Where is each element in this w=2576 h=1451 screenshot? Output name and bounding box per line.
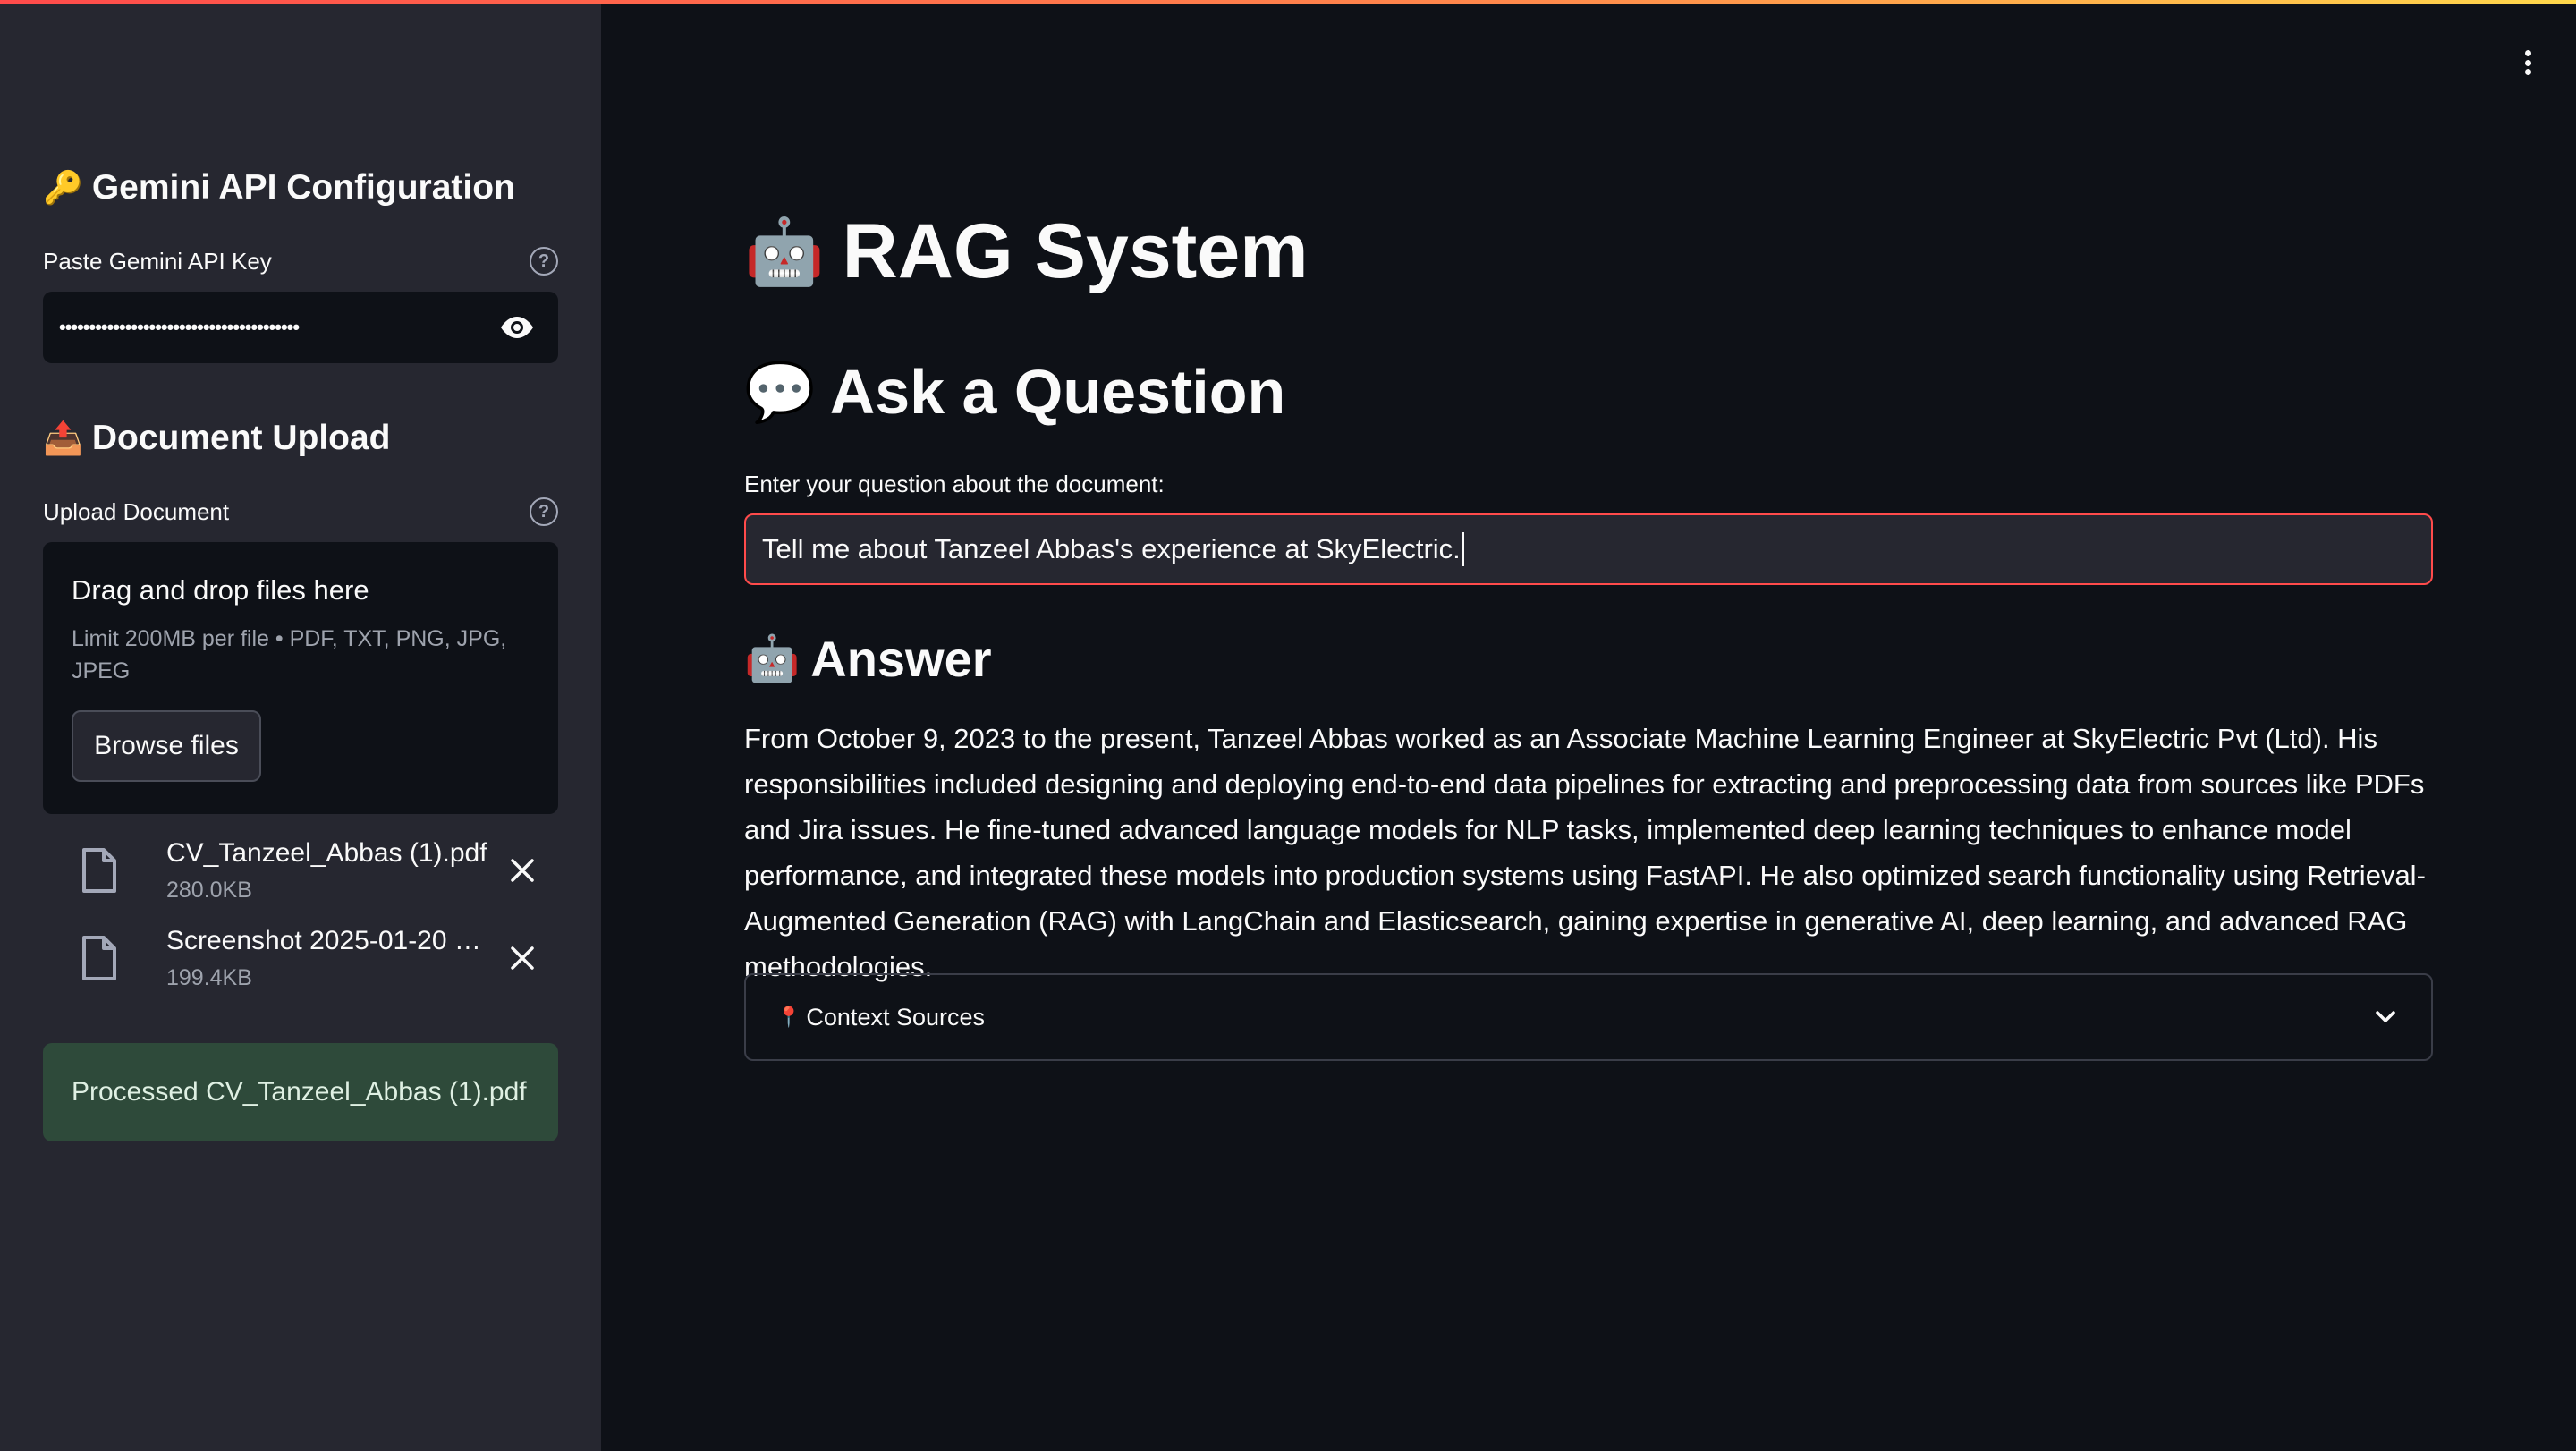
dropzone-title: Drag and drop files here xyxy=(72,574,369,606)
ask-heading: 💬 Ask a Question xyxy=(744,356,1285,428)
key-icon: 🔑 xyxy=(43,169,83,206)
outbox-tray-icon: 📤 xyxy=(43,420,83,456)
api-key-label: Paste Gemini API Key xyxy=(43,247,272,275)
uploaded-file-item: Screenshot 2025-01-20 a... 199.4KB xyxy=(43,918,558,998)
file-name: Screenshot 2025-01-20 a... xyxy=(166,925,488,955)
context-sources-label: 📍 Context Sources xyxy=(776,1004,985,1031)
file-dropzone[interactable]: Drag and drop files here Limit 200MB per… xyxy=(43,542,558,814)
upload-section-title: Document Upload xyxy=(91,419,391,457)
help-icon[interactable]: ? xyxy=(530,247,558,276)
uploaded-file-item: CV_Tanzeel_Abbas (1).pdf 280.0KB xyxy=(43,830,558,911)
close-icon[interactable] xyxy=(504,853,540,888)
answer-heading-text: Answer xyxy=(810,631,992,687)
robot-icon: 🤖 xyxy=(744,216,825,288)
close-icon[interactable] xyxy=(504,940,540,976)
file-size: 280.0KB xyxy=(166,877,252,903)
chevron-down-icon[interactable] xyxy=(2372,1004,2399,1031)
upload-label: Upload Document xyxy=(43,497,230,525)
eye-icon[interactable] xyxy=(497,308,537,347)
text-caret xyxy=(1462,532,1464,566)
context-sources-text: Context Sources xyxy=(806,1003,986,1031)
answer-text: From October 9, 2023 to the present, Tan… xyxy=(744,723,2426,982)
pin-icon: 📍 xyxy=(776,1006,801,1028)
api-section-title: Gemini API Configuration xyxy=(91,168,515,207)
success-alert: Processed CV_Tanzeel_Abbas (1).pdf xyxy=(43,1043,558,1141)
api-section-heading: 🔑 Gemini API Configuration xyxy=(43,168,515,208)
api-key-label-row: Paste Gemini API Key ? xyxy=(43,247,558,276)
dropzone-limit-text: Limit 200MB per file • PDF, TXT, PNG, JP… xyxy=(72,626,507,683)
question-input[interactable]: Tell me about Tanzeel Abbas's experience… xyxy=(744,513,2433,585)
file-icon xyxy=(80,848,138,893)
ask-heading-text: Ask a Question xyxy=(829,357,1286,427)
help-icon[interactable]: ? xyxy=(530,497,558,526)
api-key-masked-value: •••••••••••••••••••••••••••••••••••••••• xyxy=(59,316,300,338)
page-title: 🤖 RAG System xyxy=(744,208,1309,296)
file-size: 199.4KB xyxy=(166,964,252,990)
robot-icon: 🤖 xyxy=(744,633,801,683)
question-label: Enter your question about the document: xyxy=(744,471,1165,497)
top-decoration-bar xyxy=(0,0,2576,4)
browse-files-button[interactable]: Browse files xyxy=(72,710,261,782)
question-value: Tell me about Tanzeel Abbas's experience… xyxy=(762,533,1461,564)
upload-label-row: Upload Document ? xyxy=(43,497,558,526)
file-name: CV_Tanzeel_Abbas (1).pdf xyxy=(166,837,487,868)
file-icon xyxy=(80,936,138,980)
api-key-input[interactable]: •••••••••••••••••••••••••••••••••••••••• xyxy=(43,292,558,363)
upload-section-heading: 📤 Document Upload xyxy=(43,419,391,458)
kebab-menu-icon[interactable] xyxy=(2513,48,2542,77)
context-sources-expander[interactable]: 📍 Context Sources xyxy=(744,973,2433,1061)
speech-bubble-icon: 💬 xyxy=(744,359,816,424)
answer-heading: 🤖 Answer xyxy=(744,630,992,688)
sidebar: 🔑 Gemini API Configuration Paste Gemini … xyxy=(0,0,601,1451)
page-title-text: RAG System xyxy=(842,208,1309,294)
